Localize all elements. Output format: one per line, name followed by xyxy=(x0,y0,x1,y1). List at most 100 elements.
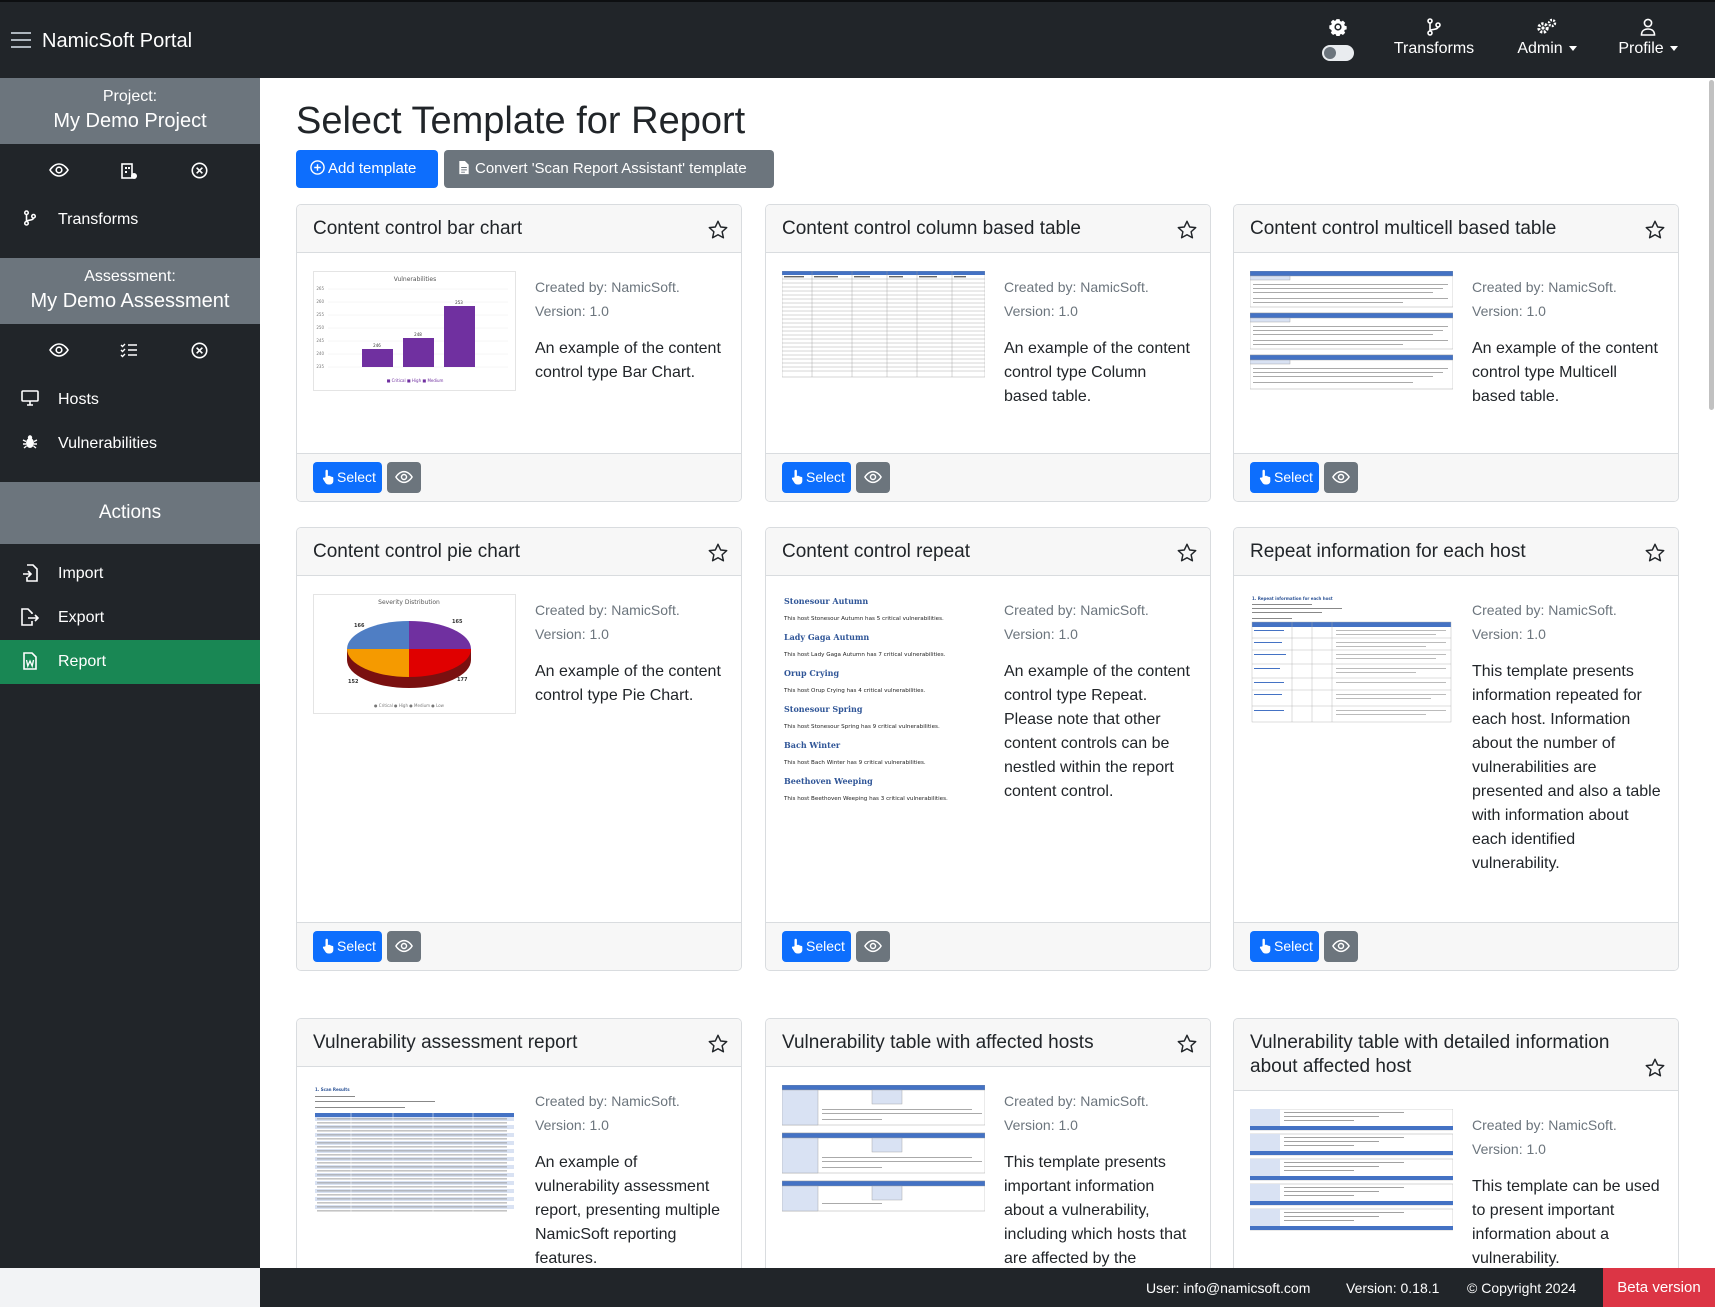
preview-text-line xyxy=(317,1203,507,1204)
nav-profile-dropdown[interactable]: Profile xyxy=(1614,18,1682,64)
star-icon[interactable] xyxy=(1176,542,1198,564)
template-card: Content control multicell based table xyxy=(1233,204,1679,502)
card-header: Content control multicell based table xyxy=(1234,205,1678,253)
preview-button[interactable] xyxy=(856,462,890,493)
eye-icon xyxy=(864,938,882,954)
hand-pointer-icon xyxy=(321,938,335,954)
preview-button[interactable] xyxy=(1324,462,1358,493)
repeat-preview[interactable]: Stonesour Autumn This host Stonesour Aut… xyxy=(782,594,985,824)
eye-icon[interactable] xyxy=(48,162,70,184)
card-header: Content control bar chart xyxy=(297,205,741,253)
select-button[interactable]: Select xyxy=(782,931,851,962)
close-circle-icon[interactable] xyxy=(188,342,210,364)
bar-chart-preview[interactable]: Vulnerabilities 265 260 255 250 245 240 … xyxy=(313,271,516,391)
preview-text-line xyxy=(1284,1187,1404,1188)
eye-icon[interactable] xyxy=(48,342,70,364)
column-table-preview[interactable] xyxy=(782,271,985,391)
footer-copyright: © Copyright 2024 xyxy=(1467,1280,1576,1296)
hand-pointer-icon xyxy=(321,469,335,485)
theme-toggle[interactable] xyxy=(1318,18,1358,64)
sidebar-item-report[interactable]: Report xyxy=(0,640,260,684)
card-created-by: Created by: NamicSoft. xyxy=(535,598,725,622)
pie-chart-preview[interactable]: Severity Distribution 166 165 152 177 ● … xyxy=(313,594,516,714)
preview-text-line xyxy=(317,1199,507,1200)
add-template-button[interactable]: Add template xyxy=(296,150,438,188)
add-template-label: Add template xyxy=(328,160,416,177)
star-icon[interactable] xyxy=(1644,1057,1666,1079)
star-icon[interactable] xyxy=(1644,542,1666,564)
select-label: Select xyxy=(1274,469,1313,485)
card-version: Version: 1.0 xyxy=(1472,1137,1662,1161)
preview-text-line xyxy=(317,1211,507,1212)
sidebar-item-import[interactable]: Import xyxy=(0,552,260,596)
eye-icon xyxy=(1332,938,1350,954)
card-title: Content control multicell based table xyxy=(1250,217,1628,241)
template-card: Content control pie chart Severity Distr… xyxy=(296,527,742,971)
preview-button[interactable] xyxy=(1324,931,1358,962)
file-export-icon xyxy=(20,608,40,628)
sidebar-item-vulnerabilities[interactable]: Vulnerabilities xyxy=(0,422,260,466)
building-icon[interactable] xyxy=(118,162,140,184)
main-scrollbar[interactable] xyxy=(1708,78,1715,1268)
star-icon[interactable] xyxy=(1176,1033,1198,1055)
card-header: Repeat information for each host xyxy=(1234,528,1678,576)
preview-button[interactable] xyxy=(856,931,890,962)
preview-text-line xyxy=(317,1123,507,1124)
convert-template-label: Convert 'Scan Report Assistant' template xyxy=(475,160,747,177)
preview-text-line xyxy=(1284,1141,1379,1142)
card-header: Vulnerability table with detailed inform… xyxy=(1234,1019,1678,1091)
star-icon[interactable] xyxy=(1644,219,1666,241)
preview-text-line xyxy=(317,1139,507,1140)
convert-template-button[interactable]: Convert 'Scan Report Assistant' template xyxy=(444,150,774,188)
preview-text-line xyxy=(1284,1216,1379,1217)
user-icon xyxy=(1614,18,1682,40)
dark-mode-switch[interactable] xyxy=(1322,45,1354,61)
preview-text-line xyxy=(317,1147,507,1148)
preview-text-line xyxy=(317,1171,507,1172)
host-repeat-preview[interactable]: 1. Repeat information for each host xyxy=(1250,594,1453,724)
card-version: Version: 1.0 xyxy=(1472,299,1662,323)
preview-button[interactable] xyxy=(387,462,421,493)
affected-hosts-preview[interactable] xyxy=(782,1085,985,1215)
star-icon[interactable] xyxy=(707,542,729,564)
nav-admin-dropdown[interactable]: Admin xyxy=(1512,18,1582,64)
brand-title[interactable]: NamicSoft Portal xyxy=(42,30,192,53)
vulnerability-report-preview[interactable]: 1. Scan Results xyxy=(313,1085,516,1215)
select-button[interactable]: Select xyxy=(313,462,382,493)
preview-button[interactable] xyxy=(387,931,421,962)
multicell-table-preview[interactable] xyxy=(1250,271,1453,391)
file-word-icon xyxy=(20,652,40,672)
template-card: Vulnerability table with detailed inform… xyxy=(1233,1018,1679,1268)
sidebar-item-hosts[interactable]: Hosts xyxy=(0,378,260,422)
sidebar-item-label: Vulnerabilities xyxy=(58,435,157,453)
sidebar-item-project-transforms[interactable]: Transforms xyxy=(0,198,260,242)
select-button[interactable]: Select xyxy=(782,462,851,493)
bar-tick: 245 xyxy=(316,338,324,343)
star-icon[interactable] xyxy=(707,219,729,241)
repeat-host-name: Lady Gaga Autumn xyxy=(784,632,869,642)
assessment-caption: Assessment: xyxy=(0,258,260,286)
gears-icon xyxy=(1512,18,1582,40)
select-button[interactable]: Select xyxy=(1250,462,1319,493)
card-meta: Created by: NamicSoft. Version: 1.0 xyxy=(1004,598,1194,646)
sidebar-item-export[interactable]: Export xyxy=(0,596,260,640)
sidebar-item-label: Report xyxy=(58,653,106,671)
card-description: An example of the content control type C… xyxy=(1004,337,1194,409)
close-circle-icon[interactable] xyxy=(188,162,210,184)
host-repeat-heading: 1. Repeat information for each host xyxy=(1252,596,1333,601)
preview-table-footer-bar xyxy=(1250,1201,1453,1205)
footer-version: Version: 0.18.1 xyxy=(1346,1280,1439,1296)
star-icon[interactable] xyxy=(707,1033,729,1055)
page-title: Select Template for Report xyxy=(296,100,745,143)
select-button[interactable]: Select xyxy=(313,931,382,962)
nav-transforms[interactable]: Transforms xyxy=(1392,18,1476,64)
checklist-icon[interactable] xyxy=(118,342,140,364)
preview-text-line xyxy=(1284,1137,1404,1138)
repeat-host-line: This host Orup Crying has 4 critical vul… xyxy=(783,688,926,694)
star-icon[interactable] xyxy=(1176,219,1198,241)
repeat-host-name: Bach Winter xyxy=(784,740,841,750)
select-button[interactable]: Select xyxy=(1250,931,1319,962)
card-created-by: Created by: NamicSoft. xyxy=(1004,1089,1194,1113)
hamburger-menu-icon[interactable] xyxy=(11,32,31,48)
detailed-host-preview[interactable] xyxy=(1250,1109,1453,1233)
